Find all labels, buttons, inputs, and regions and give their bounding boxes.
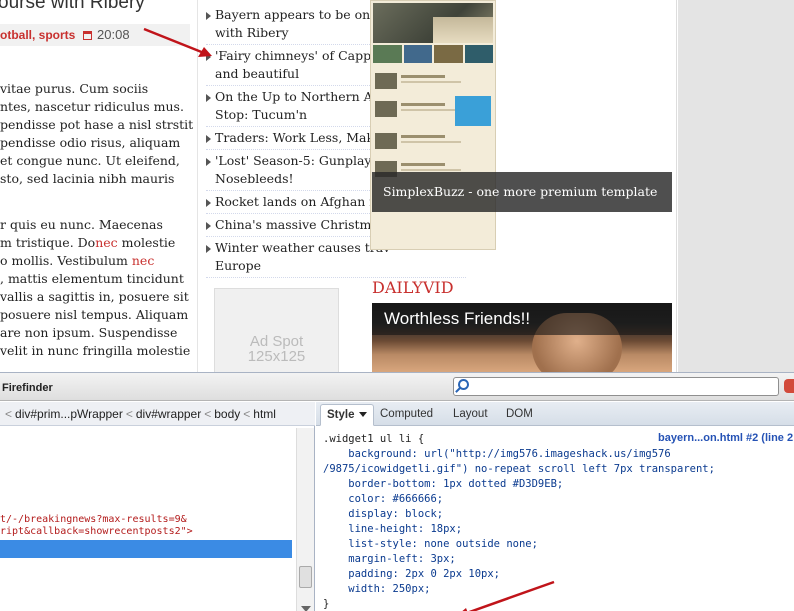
tab-dom[interactable]: DOM	[500, 404, 539, 426]
html-source-line: ript&callback=showrecentposts2">	[0, 526, 193, 537]
firebug-toolbar: Firefinder	[0, 373, 794, 401]
tab-layout[interactable]: Layout	[447, 404, 494, 426]
template-caption[interactable]: SimplexBuzz - one more premium template	[372, 172, 672, 212]
firebug-panel: Firefinder < div#prim...pWrapper < div#wrap…	[0, 372, 794, 611]
dailyvid-heading: DAILYVID	[372, 278, 454, 297]
para2-text-c: , mattis elementum tincidunt vallis a sa…	[0, 271, 191, 358]
post-title[interactable]: ourse with Ribery	[0, 0, 145, 14]
preview-row-pic	[375, 101, 397, 117]
preview-row-line	[401, 169, 461, 171]
video-player[interactable]: Worthless Friends!!	[372, 303, 672, 372]
keyword-link-nec-2[interactable]: nec	[132, 253, 154, 268]
post-paragraph-2: r quis eu nunc. Maecenas m tristique. Do…	[0, 216, 195, 360]
page-background-right	[678, 0, 794, 372]
firebug-search-input[interactable]	[453, 377, 779, 396]
css-declaration[interactable]: color: #666666;	[323, 493, 443, 505]
preview-row-line	[401, 75, 445, 78]
css-declaration[interactable]: /9875/icowidgetli.gif") no-repeat scroll…	[323, 463, 715, 475]
close-icon[interactable]	[784, 379, 794, 393]
preview-row-line	[401, 135, 445, 138]
breadcrumb-item[interactable]: div#wrapper	[136, 407, 201, 421]
page-edge	[676, 0, 678, 372]
css-declaration[interactable]: width: 250px;	[323, 583, 430, 595]
preview-row-pic	[375, 73, 397, 89]
tab-style[interactable]: Style	[320, 404, 374, 426]
category-link-football[interactable]: otball	[0, 28, 32, 42]
preview-strip	[373, 45, 493, 63]
preview-strip-tile	[464, 45, 493, 63]
video-title[interactable]: Worthless Friends!!	[384, 309, 530, 329]
preview-strip-tile	[434, 45, 463, 63]
preview-hero-sand	[433, 17, 493, 43]
preview-blue-box	[455, 96, 491, 126]
preview-row-line	[401, 103, 445, 106]
scrollbar-thumb[interactable]	[299, 566, 312, 588]
breadcrumb-separator: <	[125, 407, 133, 421]
css-declaration[interactable]: line-height: 18px;	[323, 523, 462, 535]
preview-row-line	[401, 109, 461, 111]
preview-row-line	[401, 141, 461, 143]
breadcrumb-separator: <	[243, 407, 251, 421]
preview-row-line	[401, 81, 461, 83]
scroll-down-arrow-icon[interactable]	[301, 606, 311, 611]
ad-spot-label: Ad Spot	[249, 333, 304, 350]
css-declaration[interactable]: display: block;	[323, 508, 443, 520]
side-panel-tabs: Style Computed Layout DOM	[316, 402, 794, 426]
css-rule-close: }	[323, 598, 330, 610]
firebug-tab-title[interactable]: Firefinder	[2, 382, 53, 394]
breadcrumb-item[interactable]: body	[214, 407, 240, 421]
css-selector: .widget1 ul li {	[323, 433, 425, 445]
html-panel: < div#prim...pWrapper < div#wrapper < body < ht…	[0, 402, 315, 611]
preview-row	[375, 73, 491, 93]
css-declaration[interactable]: border-bottom: 1px dotted #D3D9EB;	[323, 478, 563, 490]
html-source: t/-/breakingnews?max-results=9& ript&cal…	[0, 514, 193, 538]
breadcrumb-item[interactable]: html	[253, 407, 276, 421]
template-preview-image[interactable]	[370, 0, 496, 250]
search-icon	[458, 379, 469, 390]
keyword-link-nec-1[interactable]: nec	[95, 235, 117, 250]
annotation-arrow-bottom	[462, 580, 555, 611]
preview-row-line	[401, 163, 445, 166]
calendar-icon	[82, 31, 92, 40]
post-time: 20:08	[97, 27, 130, 42]
web-page: ourse with Ribery otball, sports 20:08 v…	[0, 0, 794, 372]
css-declaration[interactable]: margin-left: 3px;	[323, 553, 455, 565]
side-panel: Style Computed Layout DOM bayern...on.ht…	[316, 402, 794, 611]
breadcrumb-separator: <	[5, 407, 13, 421]
category-link-sports[interactable]: sports	[39, 28, 76, 42]
tab-computed[interactable]: Computed	[374, 404, 439, 426]
breadcrumb: < div#prim...pWrapper < div#wrapper < body < ht…	[0, 402, 315, 426]
post-paragraph-1: vitae purus. Cum sociis ntes, nascetur r…	[0, 81, 194, 186]
html-panel-scrollbar[interactable]	[296, 428, 314, 611]
screenshot-root: ourse with Ribery otball, sports 20:08 v…	[0, 0, 794, 611]
selected-node-highlight[interactable]	[0, 540, 292, 558]
preview-strip-tile	[403, 45, 432, 63]
css-declaration[interactable]: list-style: none outside none;	[323, 538, 538, 550]
breadcrumb-separator: <	[204, 407, 212, 421]
ad-spot-size: 125x125	[247, 348, 306, 365]
css-declaration[interactable]: background: url("http://img576.imageshac…	[323, 448, 670, 460]
html-source-line: t/-/breakingnews?max-results=9&	[0, 514, 187, 525]
category-separator: ,	[32, 28, 39, 42]
tab-style-label: Style	[327, 409, 355, 421]
ad-spot-banner[interactable]: Ad Spot 125x125	[214, 288, 339, 372]
preview-row	[375, 133, 491, 153]
chevron-down-icon	[358, 412, 367, 418]
preview-hero	[373, 3, 493, 43]
annotation-arrow-top	[143, 27, 212, 57]
preview-row-pic	[375, 133, 397, 149]
breadcrumb-item[interactable]: div#prim...pWrapper	[15, 407, 123, 421]
preview-strip-tile	[373, 45, 402, 63]
